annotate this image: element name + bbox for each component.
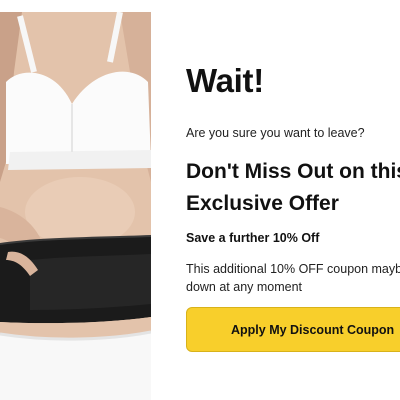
exit-intent-popup: Wait! Are you sure you want to leave? Do… bbox=[0, 0, 400, 400]
coupon-description-line2: down at any moment bbox=[186, 280, 303, 294]
leave-question: Are you sure you want to leave? bbox=[186, 126, 365, 140]
discount-subhead: Save a further 10% Off bbox=[186, 231, 320, 245]
offer-headline-line1: Don't Miss Out on this bbox=[186, 160, 400, 183]
apply-discount-coupon-button[interactable]: Apply My Discount Coupon bbox=[186, 307, 400, 352]
popup-title: Wait! bbox=[186, 62, 264, 99]
offer-headline-line2: Exclusive Offer bbox=[186, 192, 339, 215]
popup-content: Wait! Are you sure you want to leave? Do… bbox=[186, 0, 400, 400]
coupon-description: This additional 10% OFF coupon maybe dow… bbox=[186, 260, 400, 296]
offer-headline: Don't Miss Out on this Exclusive Offer bbox=[186, 156, 400, 220]
coupon-description-line1: This additional 10% OFF coupon maybe bbox=[186, 262, 400, 276]
product-photo bbox=[0, 12, 151, 400]
